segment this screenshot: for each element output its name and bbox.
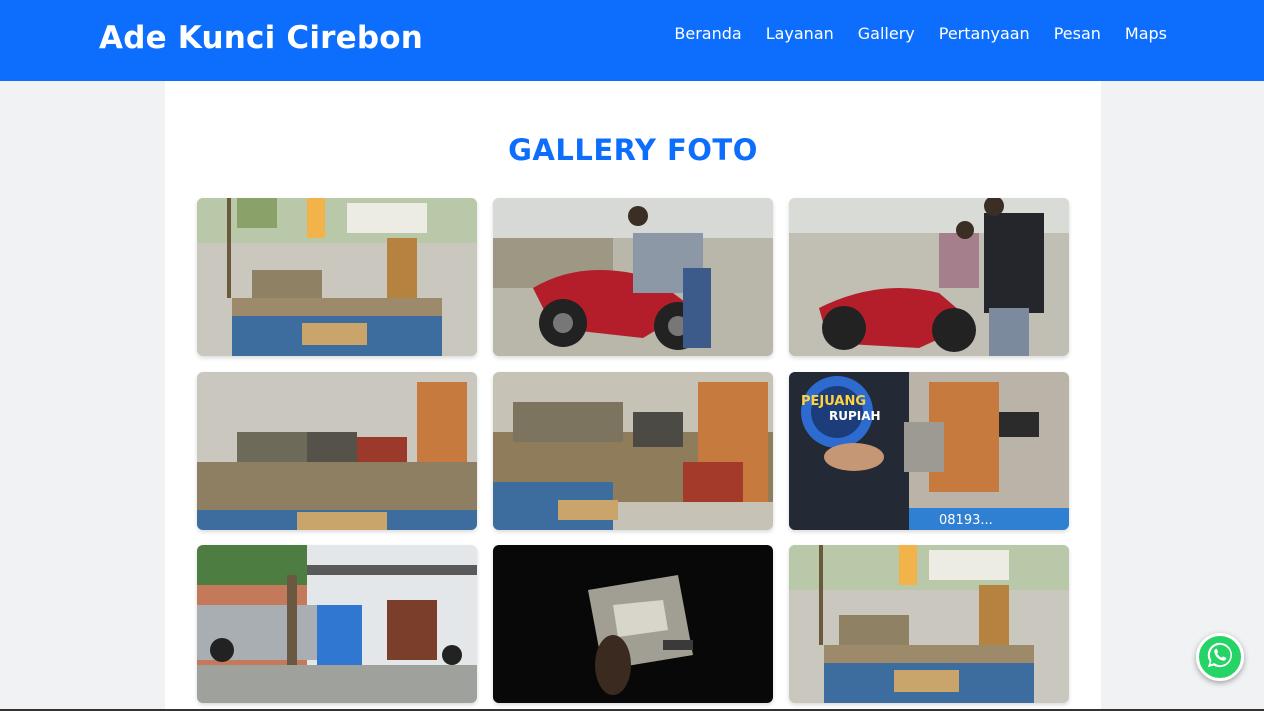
gallery-photo-8[interactable] [493, 545, 773, 703]
shirt-text-line2: RUPIAH [829, 409, 881, 423]
phone-text: 08193... [939, 513, 993, 528]
gallery-photo-1[interactable] [197, 198, 477, 356]
nav-link-gallery[interactable]: Gallery [846, 23, 927, 45]
gallery-photo-3[interactable] [789, 198, 1069, 356]
shirt-text-line1: PEJUANG [801, 394, 866, 409]
gallery-title: GALLERY FOTO [508, 133, 758, 167]
nav-link-pesan[interactable]: Pesan [1042, 23, 1113, 45]
gallery-section: GALLERY FOTO PEJUANG RUPIAH 08193... [165, 81, 1101, 711]
nav-links: Beranda Layanan Gallery Pertanyaan Pesan… [662, 23, 1167, 45]
whatsapp-icon [1205, 640, 1235, 674]
gallery-photo-6[interactable]: PEJUANG RUPIAH 08193... [789, 372, 1069, 530]
gallery-photo-9[interactable] [789, 545, 1069, 703]
nav-link-layanan[interactable]: Layanan [754, 23, 846, 45]
brand-logo[interactable]: Ade Kunci Cirebon [99, 20, 423, 56]
gallery-photo-5[interactable] [493, 372, 773, 530]
nav-link-beranda[interactable]: Beranda [662, 23, 753, 45]
nav-link-pertanyaan[interactable]: Pertanyaan [927, 23, 1042, 45]
nav-link-maps[interactable]: Maps [1113, 23, 1167, 45]
gallery-photo-7[interactable] [197, 545, 477, 703]
whatsapp-button[interactable] [1196, 633, 1244, 681]
navbar: Ade Kunci Cirebon Beranda Layanan Galler… [0, 0, 1264, 81]
gallery-photo-4[interactable] [197, 372, 477, 530]
gallery-photo-2[interactable] [493, 198, 773, 356]
